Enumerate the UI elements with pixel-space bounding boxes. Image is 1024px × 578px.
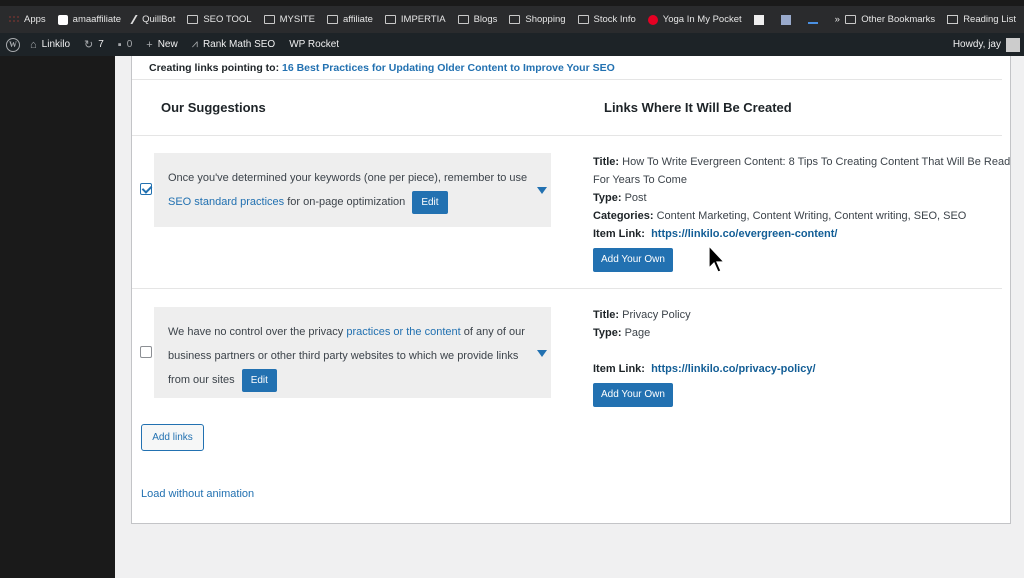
admin-bar-updates[interactable]: ↻ 7 [84, 38, 104, 51]
target-type: Type: Post [593, 192, 647, 204]
bookmark-extra-2[interactable] [780, 14, 796, 25]
suggestion-checkbox[interactable] [140, 346, 152, 358]
admin-bar-new[interactable]: + New [146, 39, 177, 51]
bookmark-yoga[interactable]: Yoga In My Pocket [647, 14, 742, 25]
suggestions-column-header: Our Suggestions [161, 100, 266, 115]
add-your-own-button[interactable]: Add Your Own [593, 248, 673, 272]
folder-icon [845, 15, 857, 24]
edit-button[interactable]: Edit [412, 190, 448, 214]
dropdown-arrow-icon[interactable] [537, 187, 547, 194]
admin-bar-wp-rocket[interactable]: WP Rocket [289, 39, 339, 50]
bookmark-quillbot[interactable]: QuillBot [130, 14, 175, 25]
suggestion-anchor-link[interactable]: practices or the content [346, 326, 460, 338]
folder-icon [577, 15, 589, 24]
edit-button[interactable]: Edit [241, 368, 277, 392]
links-column-header: Links Where It Will Be Created [604, 100, 792, 115]
admin-bar-comments[interactable]: ▪ 0 [118, 39, 132, 51]
bookmark-impertia[interactable]: IMPERTIA [384, 14, 446, 25]
main-content: Creating links pointing to: 16 Best Prac… [115, 56, 1024, 578]
divider [132, 288, 1002, 289]
folder-icon [457, 15, 469, 24]
plus-icon: + [146, 38, 153, 51]
dropdown-arrow-icon[interactable] [537, 349, 547, 357]
item-link[interactable]: https://linkilo.co/privacy-policy/ [651, 363, 815, 375]
apps-grid-icon [8, 15, 19, 24]
pinterest-icon [647, 14, 658, 25]
bookmark-mysite[interactable]: MYSITE [263, 14, 315, 25]
bookmark-blogs[interactable]: Blogs [457, 14, 497, 25]
home-icon: ⌂ [30, 38, 37, 51]
admin-bar-rank-math[interactable]: ⩘ Rank Math SEO [192, 38, 275, 51]
bookmark-extra-1[interactable] [753, 14, 769, 25]
bookmark-seo-tool[interactable]: SEO TOOL [187, 14, 252, 25]
bookmark-apps[interactable]: Apps [8, 14, 46, 25]
folder-icon [384, 15, 396, 24]
creating-links-heading: Creating links pointing to: 16 Best Prac… [149, 62, 615, 74]
suggestion-box: Once you've determined your keywords (on… [154, 153, 551, 227]
admin-bar-account[interactable]: Howdy, jay [953, 33, 1020, 56]
amazon-icon [57, 14, 68, 25]
bookmarks-bar: Apps amaaffiliate QuillBot SEO TOOL MYSI… [0, 6, 1024, 33]
admin-sidebar [0, 56, 115, 578]
add-your-own-button[interactable]: Add Your Own [593, 383, 673, 407]
bookmarks-overflow[interactable]: » [835, 14, 840, 25]
folder-icon [187, 15, 199, 24]
bookmark-shopping[interactable]: Shopping [509, 14, 566, 25]
folder-icon [509, 15, 521, 24]
rank-math-icon: ⩘ [191, 38, 198, 50]
suggestion-box: We have no control over the privacy prac… [154, 307, 551, 398]
link-suggestions-panel: Creating links pointing to: 16 Best Prac… [131, 56, 1011, 524]
bookmark-stock-info[interactable]: Stock Info [577, 14, 636, 25]
reading-list[interactable]: Reading List [947, 14, 1016, 25]
item-link[interactable]: https://linkilo.co/evergreen-content/ [651, 228, 837, 240]
bookmark-favicon-icon [753, 14, 764, 25]
target-title: Title: Privacy Policy [593, 309, 691, 321]
wordpress-logo-icon[interactable]: W [6, 37, 20, 52]
load-without-animation-link[interactable]: Load without animation [141, 488, 254, 500]
folder-icon [263, 15, 275, 24]
admin-bar-site[interactable]: ⌂ Linkilo [30, 39, 70, 51]
bookmark-favicon-icon [780, 14, 791, 25]
target-type: Type: Page [593, 327, 651, 339]
bookmark-favicon-icon [807, 15, 818, 24]
quill-icon [130, 15, 140, 24]
link-target-info: Title: How To Write Evergreen Content: 8… [593, 153, 1013, 272]
avatar [1006, 37, 1020, 52]
reading-list-icon [947, 15, 959, 24]
bookmark-amaaffiliate[interactable]: amaaffiliate [57, 14, 121, 25]
target-post-link[interactable]: 16 Best Practices for Updating Older Con… [282, 62, 615, 74]
suggestion-checkbox[interactable] [140, 183, 152, 195]
refresh-icon: ↻ [84, 39, 94, 51]
wp-admin-bar: W ⌂ Linkilo ↻ 7 ▪ 0 + New ⩘ Rank Math SEO WP … [0, 33, 1024, 56]
folder-icon [326, 15, 338, 24]
target-categories: Categories: Content Marketing, Content W… [593, 210, 967, 222]
other-bookmarks[interactable]: Other Bookmarks [845, 14, 935, 25]
comment-icon: ▪ [117, 38, 122, 51]
target-item-link: Item Link: https://linkilo.co/evergreen-… [593, 228, 838, 240]
target-item-link: Item Link: https://linkilo.co/privacy-po… [593, 363, 816, 375]
bookmark-affiliate[interactable]: affiliate [326, 14, 373, 25]
target-title: Title: How To Write Evergreen Content: 8… [593, 156, 1011, 186]
mouse-cursor-icon [708, 244, 726, 273]
suggestion-anchor-link[interactable]: SEO standard practices [168, 196, 284, 208]
divider [132, 79, 1002, 80]
divider [132, 135, 1002, 136]
link-target-info: Title: Privacy Policy Type: Page Item Li… [593, 306, 1013, 407]
add-links-button[interactable]: Add links [141, 424, 204, 451]
bookmark-extra-3[interactable] [807, 15, 823, 24]
